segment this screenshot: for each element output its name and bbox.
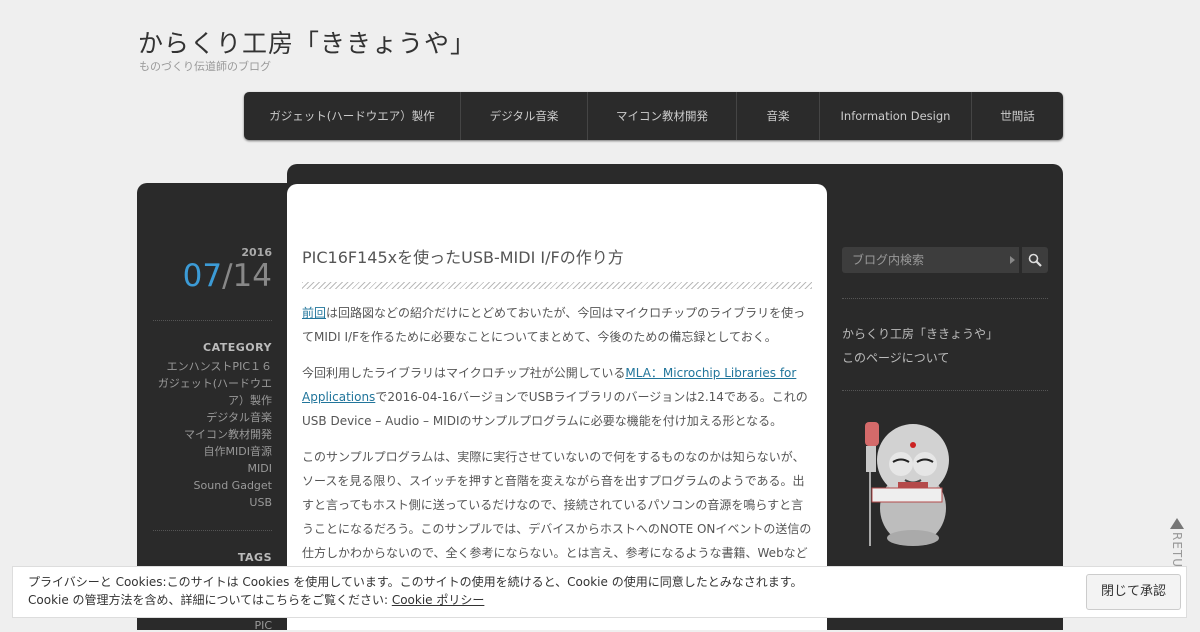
cookie-details-text: Cookie の管理方法を含め、詳細についてはこちらをご覧ください: <box>28 593 392 607</box>
caret-right-icon <box>1010 256 1015 264</box>
paragraph: 前回は回路図などの紹介だけにとどめておいたが、今回はマイクロチップのライブラリを… <box>302 301 814 349</box>
post-card: PIC16F145xを使ったUSB-MIDI I/Fの作り方 前回は回路図などの… <box>287 184 827 630</box>
post-date-separator: / <box>222 258 233 294</box>
cookie-details: Cookie の管理方法を含め、詳細についてはこちらをご覧ください: Cooki… <box>28 591 803 609</box>
search-input[interactable]: ブログ内検索 <box>842 247 1019 273</box>
blog-search: ブログ内検索 <box>842 247 1048 273</box>
nav-item-information-design[interactable]: Information Design <box>820 92 972 140</box>
cookie-accept-button[interactable]: 閉じて承認 <box>1086 574 1181 610</box>
cookie-policy-link[interactable]: Cookie ポリシー <box>392 593 485 607</box>
tag-link[interactable]: PIC <box>153 619 272 632</box>
category-link[interactable]: マイコン教材開発 <box>153 426 272 443</box>
cookie-text: プライバシーと Cookies:このサイトは Cookies を使用しています。… <box>28 573 803 609</box>
main-nav: ガジェット(ハードウエア）製作 デジタル音楽 マイコン教材開発 音楽 Infor… <box>244 92 1063 140</box>
paragraph-text: で2016-04-16バージョンでUSBライブラリのバージョンは2.14である。… <box>302 390 808 428</box>
post-title[interactable]: PIC16F145xを使ったUSB-MIDI I/Fの作り方 <box>302 244 812 268</box>
mascot-image <box>858 418 958 554</box>
nav-item-music[interactable]: 音楽 <box>737 92 820 140</box>
nav-item-gadget[interactable]: ガジェット(ハードウエア）製作 <box>244 92 461 140</box>
category-list: エンハンストPIC１６ ガジェット(ハードウエア）製作 デジタル音楽 マイコン教… <box>153 358 272 511</box>
post-date-day: 14 <box>232 258 272 294</box>
category-link[interactable]: Sound Gadget <box>153 477 272 494</box>
paragraph-text: 今回利用したライブラリはマイクロチップ社が公開している <box>302 366 626 380</box>
sidebar-divider <box>842 390 1048 391</box>
category-heading: CATEGORY <box>203 341 272 354</box>
tags-heading: TAGS <box>237 551 272 564</box>
category-link[interactable]: MIDI <box>153 460 272 477</box>
post-date: 07/14 <box>137 258 272 294</box>
left-divider <box>153 530 272 531</box>
site-description: ものづくり伝道師のブログ <box>139 60 271 73</box>
return-to-top-label: RETU <box>1170 532 1184 569</box>
site-title[interactable]: からくり工房「ききょうや」 <box>138 24 476 60</box>
search-button[interactable] <box>1022 247 1048 273</box>
left-divider <box>153 320 272 321</box>
title-divider <box>302 282 812 289</box>
sidebar-link-about[interactable]: このページについて <box>842 349 949 366</box>
category-link[interactable]: USB <box>153 494 272 511</box>
sidebar-divider <box>842 298 1048 299</box>
nav-item-mcu-materials[interactable]: マイコン教材開発 <box>588 92 737 140</box>
arrow-up-icon <box>1170 518 1184 529</box>
paragraph-text: は回路図などの紹介だけにとどめておいたが、今回はマイクロチップのライブラリを使っ… <box>302 306 806 344</box>
cookie-notice: プライバシーと Cookies:このサイトは Cookies を使用しています。… <box>28 575 803 589</box>
category-link[interactable]: デジタル音楽 <box>153 409 272 426</box>
search-icon <box>1028 253 1042 267</box>
category-link[interactable]: ガジェット(ハードウエア）製作 <box>153 375 272 409</box>
category-link[interactable]: エンハンストPIC１６ <box>153 358 272 375</box>
post-date-month: 07 <box>182 258 223 294</box>
sidebar-link-home[interactable]: からくり工房「ききょうや」 <box>842 325 998 342</box>
paragraph: このサンプルプログラムは、実際に実行させていないので何をするものなのかは知らない… <box>302 450 812 560</box>
paragraph: 今回利用したライブラリはマイクロチップ社が公開しているMLA：Microchip… <box>302 361 814 433</box>
nav-item-chat[interactable]: 世間話 <box>972 92 1063 140</box>
nav-item-digital-music[interactable]: デジタル音楽 <box>461 92 588 140</box>
post-body: 前回は回路図などの紹介だけにとどめておいたが、今回はマイクロチップのライブラリを… <box>302 301 814 577</box>
previous-post-link[interactable]: 前回 <box>302 306 326 320</box>
cookie-banner: プライバシーと Cookies:このサイトは Cookies を使用しています。… <box>12 566 1187 618</box>
category-link[interactable]: 自作MIDI音源 <box>153 443 272 460</box>
